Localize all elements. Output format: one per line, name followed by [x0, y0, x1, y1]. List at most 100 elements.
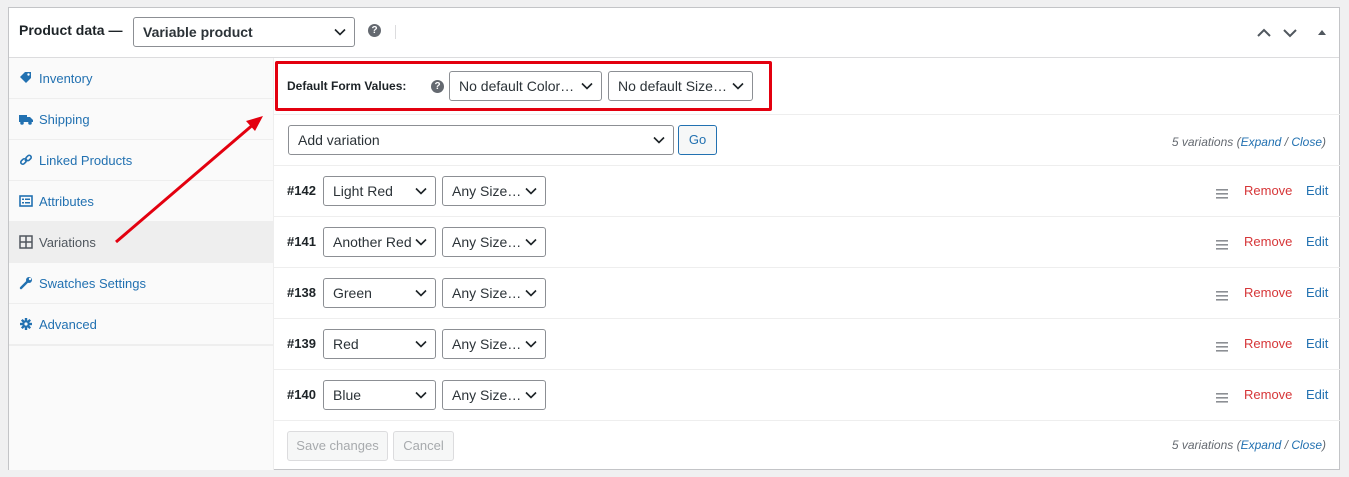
- expand-link[interactable]: Expand: [1241, 438, 1282, 452]
- header-divider: [395, 25, 396, 39]
- variation-color-value: Light Red: [333, 183, 393, 199]
- chevron-down-icon: [415, 391, 427, 399]
- grid-icon: [19, 235, 33, 249]
- edit-link[interactable]: Edit: [1306, 234, 1328, 249]
- tabs-divider: [9, 345, 274, 346]
- tab-label: Attributes: [39, 194, 94, 209]
- default-form-values-row: Default Form Values: ? No default Color……: [274, 58, 1340, 115]
- variation-color-value: Red: [333, 336, 359, 352]
- move-down-icon[interactable]: [1282, 25, 1298, 41]
- remove-link[interactable]: Remove: [1244, 285, 1292, 300]
- go-button[interactable]: Go: [678, 125, 717, 155]
- variation-row[interactable]: #142 Light Red Any Size… Remove Edit: [274, 166, 1340, 217]
- variation-id: #140: [287, 387, 316, 402]
- cancel-button[interactable]: Cancel: [393, 431, 454, 461]
- tab-shipping[interactable]: Shipping: [9, 99, 274, 140]
- variation-row[interactable]: #141 Another Red Any Size… Remove Edit: [274, 217, 1340, 268]
- variation-color-select[interactable]: Light Red: [323, 176, 436, 206]
- truck-icon: [19, 112, 33, 126]
- add-variation-select[interactable]: Add variation: [288, 125, 674, 155]
- tab-label: Linked Products: [39, 153, 133, 168]
- drag-handle-icon[interactable]: [1216, 187, 1228, 199]
- edit-link[interactable]: Edit: [1306, 336, 1328, 351]
- variation-color-value: Green: [333, 285, 372, 301]
- paren-close: ): [1322, 135, 1326, 149]
- product-data-tabs: Inventory Shipping Linked Products Attri…: [9, 58, 274, 470]
- variation-size-value: Any Size…: [452, 387, 522, 403]
- variation-color-select[interactable]: Red: [323, 329, 436, 359]
- chevron-down-icon: [334, 28, 346, 36]
- tab-linked-products[interactable]: Linked Products: [9, 140, 274, 181]
- remove-link[interactable]: Remove: [1244, 387, 1292, 402]
- variation-size-select[interactable]: Any Size…: [442, 176, 546, 206]
- collapse-toggle-icon[interactable]: [1314, 25, 1330, 41]
- list-icon: [19, 194, 33, 208]
- edit-link[interactable]: Edit: [1306, 387, 1328, 402]
- variation-size-select[interactable]: Any Size…: [442, 227, 546, 257]
- paren-open: (: [1233, 438, 1241, 452]
- remove-link[interactable]: Remove: [1244, 183, 1292, 198]
- product-type-value: Variable product: [143, 24, 253, 40]
- chevron-down-icon: [525, 238, 537, 246]
- variation-id: #141: [287, 234, 316, 249]
- remove-link[interactable]: Remove: [1244, 234, 1292, 249]
- tab-label: Inventory: [39, 71, 93, 86]
- chevron-down-icon: [525, 391, 537, 399]
- variation-size-select[interactable]: Any Size…: [442, 278, 546, 308]
- variations-count: 5 variations (Expand / Close): [1172, 135, 1326, 149]
- tab-label: Swatches Settings: [39, 276, 146, 291]
- variation-color-select[interactable]: Green: [323, 278, 436, 308]
- chevron-down-icon: [415, 289, 427, 297]
- slash: /: [1281, 135, 1292, 149]
- variations-count-text: 5 variations: [1171, 438, 1234, 452]
- variations-count-text: 5 variations: [1171, 135, 1234, 149]
- chevron-down-icon: [525, 187, 537, 195]
- variation-size-select[interactable]: Any Size…: [442, 380, 546, 410]
- drag-handle-icon[interactable]: [1216, 340, 1228, 352]
- edit-link[interactable]: Edit: [1306, 183, 1328, 198]
- add-variation-row: Add variation Go 5 variations (Expand / …: [274, 115, 1340, 166]
- drag-handle-icon[interactable]: [1216, 289, 1228, 301]
- variation-size-value: Any Size…: [452, 285, 522, 301]
- edit-link[interactable]: Edit: [1306, 285, 1328, 300]
- variation-color-select[interactable]: Blue: [323, 380, 436, 410]
- variation-size-value: Any Size…: [452, 234, 522, 250]
- drag-handle-icon[interactable]: [1216, 391, 1228, 403]
- tab-inventory[interactable]: Inventory: [9, 58, 274, 99]
- variation-size-value: Any Size…: [452, 336, 522, 352]
- paren-close: ): [1322, 438, 1326, 452]
- variation-size-select[interactable]: Any Size…: [442, 329, 546, 359]
- tab-advanced[interactable]: Advanced: [9, 304, 274, 345]
- variation-row[interactable]: #138 Green Any Size… Remove Edit: [274, 268, 1340, 319]
- chevron-down-icon: [415, 340, 427, 348]
- variation-color-select[interactable]: Another Red: [323, 227, 436, 257]
- save-changes-button[interactable]: Save changes: [287, 431, 388, 461]
- tab-label: Shipping: [39, 112, 90, 127]
- add-variation-value: Add variation: [298, 132, 380, 148]
- panel-title: Product data —: [19, 22, 123, 38]
- product-type-select[interactable]: Variable product: [133, 17, 355, 47]
- variation-row[interactable]: #140 Blue Any Size… Remove Edit: [274, 370, 1340, 421]
- variation-id: #142: [287, 183, 316, 198]
- link-icon: [19, 153, 33, 167]
- expand-link[interactable]: Expand: [1241, 135, 1282, 149]
- chevron-down-icon: [525, 340, 537, 348]
- panel-header: Product data — Variable product ?: [9, 8, 1339, 58]
- tab-variations[interactable]: Variations: [9, 222, 274, 263]
- variation-color-value: Another Red: [333, 234, 412, 250]
- slash: /: [1281, 438, 1292, 452]
- tab-attributes[interactable]: Attributes: [9, 181, 274, 222]
- remove-link[interactable]: Remove: [1244, 336, 1292, 351]
- product-data-panel: Product data — Variable product ? Invent…: [8, 7, 1340, 470]
- variation-id: #138: [287, 285, 316, 300]
- highlight-box: [275, 61, 772, 111]
- tab-label: Variations: [39, 235, 96, 250]
- close-link[interactable]: Close: [1291, 135, 1322, 149]
- help-icon[interactable]: ?: [368, 24, 381, 37]
- drag-handle-icon[interactable]: [1216, 238, 1228, 250]
- tab-swatches-settings[interactable]: Swatches Settings: [9, 263, 274, 304]
- variations-count: 5 variations (Expand / Close): [1172, 438, 1326, 452]
- move-up-icon[interactable]: [1256, 25, 1272, 41]
- variation-row[interactable]: #139 Red Any Size… Remove Edit: [274, 319, 1340, 370]
- close-link[interactable]: Close: [1291, 438, 1322, 452]
